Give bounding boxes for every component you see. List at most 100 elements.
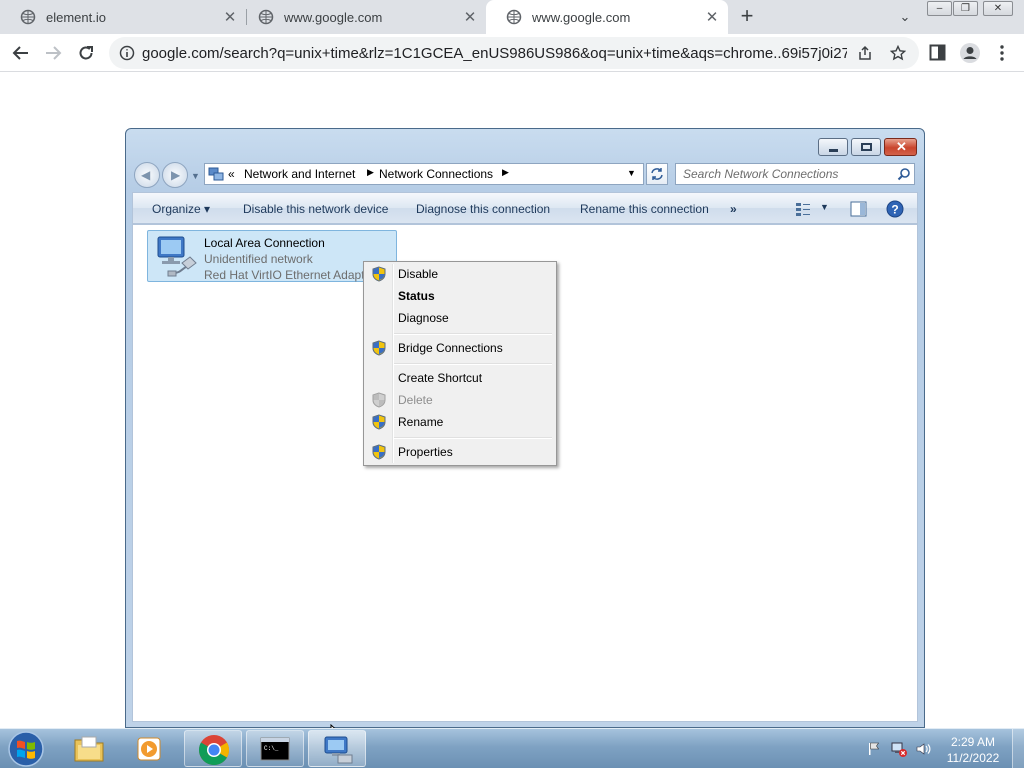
command-prompt-icon: C:\_ [260,737,290,761]
close-browser-button[interactable]: ✕ [983,1,1013,16]
volume-icon[interactable] [915,741,931,757]
restore-button[interactable]: ❐ [953,1,978,16]
breadcrumb-separator-icon[interactable]: ▶ [502,167,509,178]
context-menu: Disable Status Diagnose Bridge Connectio… [363,261,557,466]
profile-avatar-icon[interactable] [959,42,981,64]
explorer-forward-button[interactable]: ▶ [162,162,188,188]
folder-icon [74,736,104,762]
share-icon[interactable] [857,45,873,61]
local-area-connection-item[interactable]: Local Area Connection Unidentified netwo… [147,230,397,282]
side-panel-icon[interactable] [929,44,946,61]
uac-shield-icon [372,444,386,460]
breadcrumb-network-and-internet[interactable]: Network and Internet [244,167,355,181]
menu-item-delete: Delete [366,389,554,411]
svg-text:C:\_: C:\_ [264,745,279,752]
menu-item-bridge-connections[interactable]: Bridge Connections [366,337,554,359]
tab-google-1[interactable]: www.google.com ✕ [238,0,486,34]
network-tray-icon[interactable] [891,741,907,757]
menu-item-properties[interactable]: Properties [366,441,554,463]
search-icon[interactable] [897,167,911,181]
reload-button[interactable] [74,41,98,65]
rename-connection-button[interactable]: Rename this connection [580,202,709,216]
uac-shield-icon [372,266,386,282]
back-button[interactable] [9,41,33,65]
disable-network-device-button[interactable]: Disable this network device [243,202,388,216]
back-forward-buttons: ◀ ▶ ▼ [134,162,200,188]
menu-item-disable[interactable]: Disable [366,263,554,285]
tab-title: element.io [46,9,106,25]
uac-shield-icon [372,392,386,408]
menu-item-rename[interactable]: Rename [366,411,554,433]
menu-item-label: Properties [398,445,453,459]
explorer-back-button[interactable]: ◀ [134,162,160,188]
taskbar-chrome[interactable] [184,730,242,767]
close-tab-icon[interactable]: ✕ [220,7,240,27]
new-tab-button[interactable]: + [736,5,758,28]
explorer-address-bar[interactable]: « Network and Internet ▶ Network Connect… [204,163,644,185]
change-view-icon[interactable] [795,201,811,217]
taskbar-command-prompt[interactable]: C:\_ [246,730,304,767]
globe-icon [20,9,36,25]
uac-shield-icon [372,340,386,356]
url-text: google.com/search?q=unix+time&rlz=1C1GCE… [142,45,847,62]
connection-name: Local Area Connection [204,236,325,250]
taskbar-media-player[interactable] [122,730,180,767]
reload-icon [79,46,93,60]
refresh-icon [651,168,663,180]
window-minimize-button[interactable] [818,138,848,156]
taskbar-explorer[interactable] [60,730,118,767]
forward-button[interactable] [41,41,65,65]
menu-item-label: Create Shortcut [398,371,483,385]
globe-icon [506,9,522,25]
more-commands-button[interactable]: » [730,202,737,216]
browser-toolbar: google.com/search?q=unix+time&rlz=1C1GCE… [0,34,1024,72]
tab-google-active[interactable]: www.google.com ✕ [486,0,728,34]
menu-item-status[interactable]: Status [366,285,554,307]
uac-shield-icon [372,414,386,430]
svg-text:?: ? [891,203,898,217]
organize-menu[interactable]: Organize ▾ [152,202,210,216]
close-tab-icon[interactable]: ✕ [702,7,722,27]
menu-separator [394,363,552,365]
close-tab-icon[interactable]: ✕ [460,7,480,27]
start-button[interactable] [6,731,46,767]
breadcrumb-network-connections[interactable]: Network Connections [379,167,493,181]
address-bar[interactable]: google.com/search?q=unix+time&rlz=1C1GCE… [109,37,919,69]
system-clock[interactable]: 2:29 AM 11/2/2022 [940,734,1006,766]
preview-pane-icon[interactable] [850,201,867,217]
tab-search-chevron-icon[interactable]: ⌄ [893,6,917,28]
menu-kebab-icon[interactable] [997,44,1007,62]
tab-title: www.google.com [532,9,631,25]
menu-separator [394,437,552,439]
show-desktop-button[interactable] [1012,729,1024,768]
menu-item-create-shortcut[interactable]: Create Shortcut [366,367,554,389]
address-dropdown-icon[interactable]: ▼ [627,168,636,178]
explorer-refresh-button[interactable] [646,163,668,185]
window-maximize-button[interactable] [851,138,881,156]
minimize-button[interactable]: – [927,1,952,16]
bookmark-star-icon[interactable] [890,45,906,61]
arrow-left-icon [12,46,28,60]
recent-pages-chevron-icon[interactable]: ▼ [191,171,200,181]
media-player-icon [137,737,161,761]
menu-item-label: Status [398,289,435,303]
view-dropdown-icon[interactable]: ▼ [820,202,829,212]
taskbar-network-connections[interactable] [308,730,366,767]
address-row: ◀ ▶ ▼ « Network and Internet ▶ Network C… [134,161,916,189]
tab-strip: element.io ✕ www.google.com ✕ www.google… [0,0,1024,34]
action-center-flag-icon[interactable] [866,741,882,757]
help-icon[interactable]: ? [886,200,904,218]
menu-item-label: Bridge Connections [398,341,503,355]
tab-element-io[interactable]: element.io ✕ [0,0,246,34]
arrow-right-icon [46,46,62,60]
explorer-search-field[interactable]: Search Network Connections [675,163,915,185]
tab-title: www.google.com [284,9,383,25]
network-connections-icon [324,736,353,764]
info-icon[interactable] [119,45,135,61]
breadcrumb-separator-icon[interactable]: ▶ [367,167,374,178]
menu-item-diagnose[interactable]: Diagnose [366,307,554,329]
command-bar: Organize ▾ Disable this network device D… [132,192,918,224]
connection-details: Local Area Connection Unidentified netwo… [204,235,374,283]
window-close-button[interactable]: ✕ [884,138,917,156]
diagnose-connection-button[interactable]: Diagnose this connection [416,202,550,216]
